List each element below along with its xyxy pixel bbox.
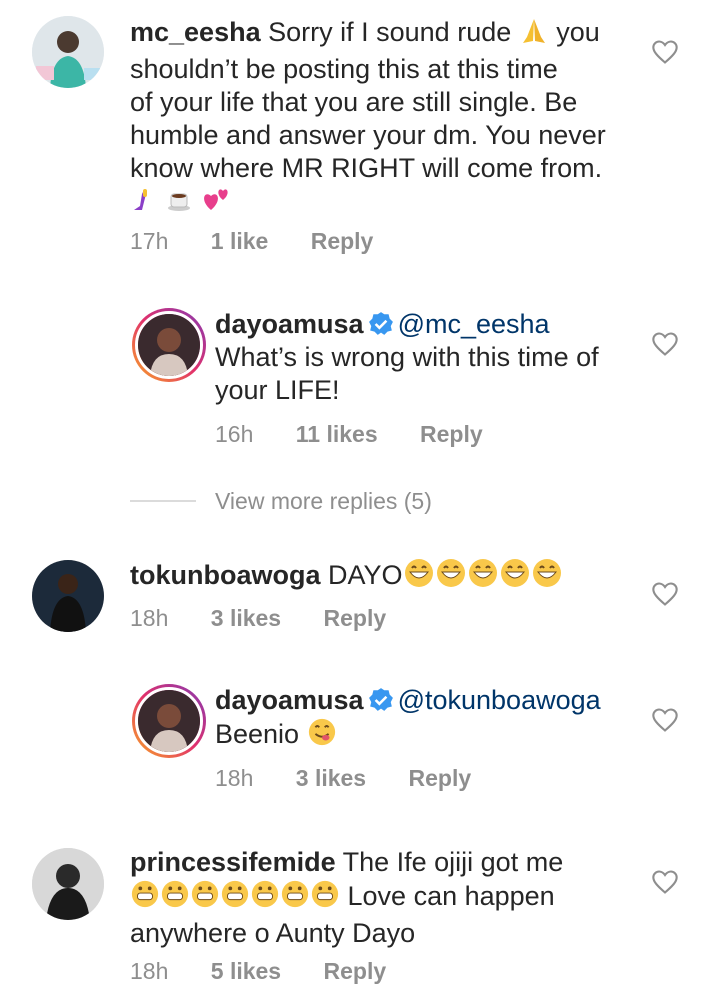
grin-emoji: [467, 558, 499, 596]
grin-emoji: [160, 879, 190, 917]
heart-icon[interactable]: [651, 706, 679, 734]
comment-time: 18h: [130, 605, 169, 631]
grin-emoji: [531, 558, 563, 596]
username[interactable]: mc_eesha: [130, 17, 261, 47]
comment-text: your LIFE!: [215, 375, 340, 405]
comment-text: shouldn’t be posting this at this time: [130, 54, 558, 84]
comment-body: mc_eesha Sorry if I sound rude you shoul…: [130, 16, 630, 222]
username[interactable]: dayoamusa: [215, 685, 364, 715]
grin-emoji: [190, 879, 220, 917]
avatar[interactable]: [132, 308, 206, 382]
comment-meta: 17h 1 like Reply: [130, 228, 409, 255]
pointing-hand-emoji: [130, 186, 158, 222]
comment-text: Sorry if I sound rude: [268, 17, 512, 47]
grin-emoji: [250, 879, 280, 917]
comment-text: What’s is wrong with this time of: [215, 342, 599, 372]
view-more-replies-button[interactable]: View more replies (5): [215, 488, 432, 515]
grin-emoji: [403, 558, 435, 596]
grin-emoji: [220, 879, 250, 917]
reply-button[interactable]: Reply: [409, 765, 472, 791]
hearts-emoji: [201, 186, 233, 222]
savoring-emoji: [307, 717, 337, 755]
username[interactable]: princessifemide: [130, 847, 336, 877]
comment-body: dayoamusa @tokunboawoga Beenio: [215, 684, 635, 755]
divider-line: [130, 500, 196, 502]
mention-link[interactable]: @mc_eesha: [398, 309, 550, 339]
comment-time: 18h: [130, 958, 169, 984]
grin-emoji: [435, 558, 467, 596]
comment-meta: 18h 5 likes Reply: [130, 958, 422, 985]
username[interactable]: tokunboawoga: [130, 560, 321, 590]
comment-text: Love can happen: [347, 881, 555, 911]
verified-badge-icon: [368, 688, 393, 711]
grin-emoji: [499, 558, 531, 596]
heart-icon[interactable]: [651, 868, 679, 896]
likes-count[interactable]: 1 like: [211, 228, 269, 254]
comment-text: Beenio: [215, 719, 300, 749]
heart-icon[interactable]: [651, 38, 679, 66]
grin-emoji: [280, 879, 310, 917]
likes-count[interactable]: 3 likes: [211, 605, 281, 631]
username[interactable]: dayoamusa: [215, 309, 364, 339]
reply-button[interactable]: Reply: [324, 605, 387, 631]
comment-time: 16h: [215, 421, 254, 447]
comment-text: of your life that you are still single. …: [130, 87, 578, 117]
grin-emoji: [130, 879, 160, 917]
comment-body: tokunboawoga DAYO: [130, 558, 630, 596]
comment-text: you: [556, 17, 600, 47]
avatar[interactable]: [32, 560, 104, 632]
reply-button[interactable]: Reply: [420, 421, 483, 447]
heart-icon[interactable]: [651, 330, 679, 358]
coffee-emoji: [166, 186, 194, 222]
mention-link[interactable]: @tokunboawoga: [398, 685, 601, 715]
comment-time: 18h: [215, 765, 254, 791]
comment-text: DAYO: [328, 560, 403, 590]
pray-emoji: [519, 17, 549, 53]
comment-meta: 18h 3 likes Reply: [130, 605, 422, 632]
reply-button[interactable]: Reply: [324, 958, 387, 984]
comment-text: The Ife ojiji got me: [342, 847, 564, 877]
avatar[interactable]: [32, 848, 104, 920]
comment-text: anywhere o Aunty Dayo: [130, 918, 416, 948]
comment-time: 17h: [130, 228, 169, 254]
likes-count[interactable]: 11 likes: [296, 421, 378, 447]
comment-text: humble and answer your dm. You never: [130, 120, 606, 150]
comment-meta: 16h 11 likes Reply: [215, 421, 519, 448]
likes-count[interactable]: 5 likes: [211, 958, 281, 984]
comment-body: dayoamusa @mc_eesha What’s is wrong with …: [215, 308, 635, 407]
grin-emoji: [310, 879, 340, 917]
avatar[interactable]: [32, 16, 104, 88]
avatar[interactable]: [132, 684, 206, 758]
heart-icon[interactable]: [651, 580, 679, 608]
comment-body: princessifemide The Ife ojiji got me Lov…: [130, 846, 630, 950]
verified-badge-icon: [368, 312, 393, 335]
reply-button[interactable]: Reply: [311, 228, 374, 254]
likes-count[interactable]: 3 likes: [296, 765, 366, 791]
comment-meta: 18h 3 likes Reply: [215, 765, 507, 792]
comment-text: know where MR RIGHT will come from.: [130, 153, 603, 183]
